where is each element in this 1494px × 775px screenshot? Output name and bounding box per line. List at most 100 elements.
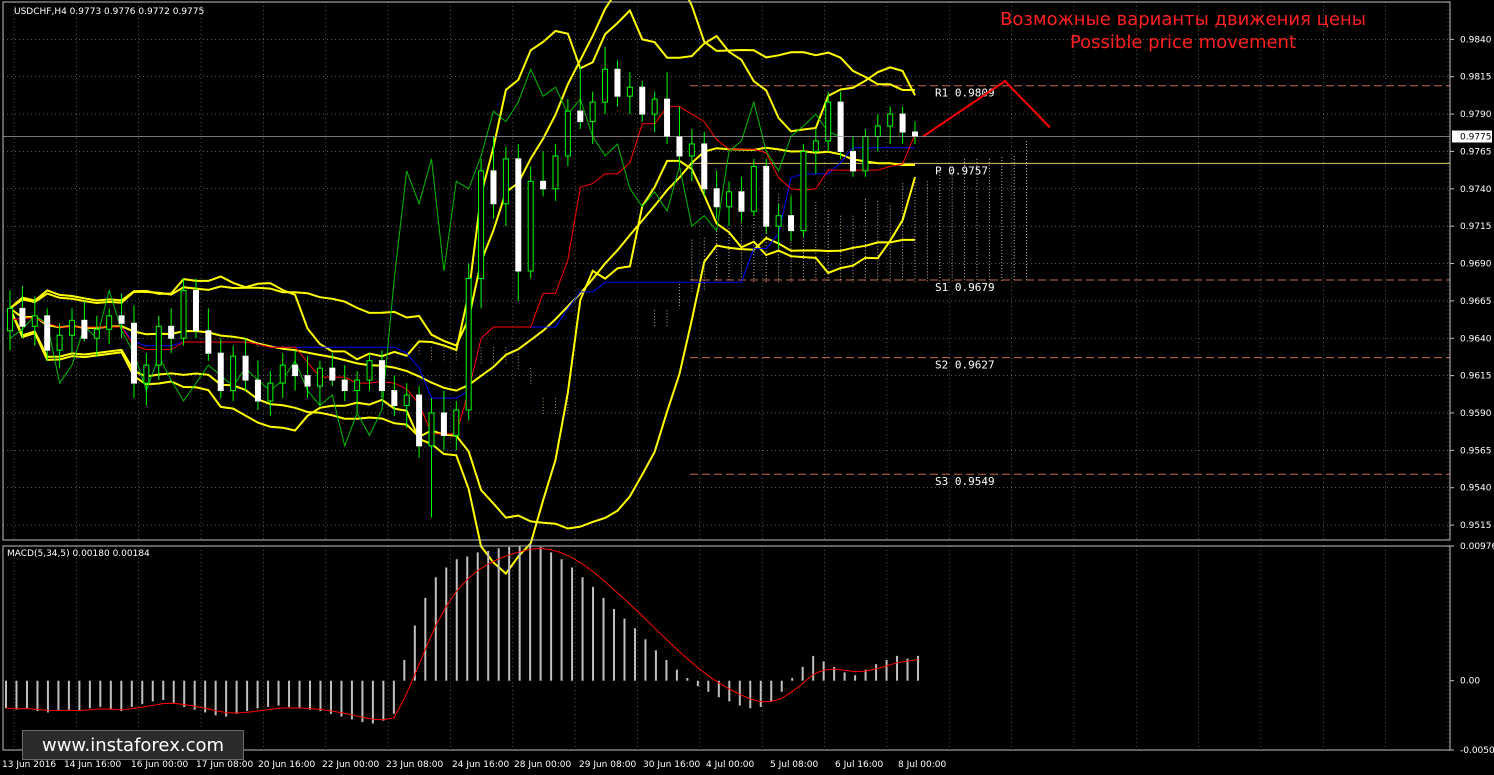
candle-body xyxy=(242,355,249,381)
candle-body xyxy=(527,180,534,272)
pivot-levels: R1 0.9809P 0.9757S1 0.9679S2 0.9627S3 0.… xyxy=(690,85,1450,488)
time-axis: 13 Jun 2016 14 Jun 16:00 16 Jun 00:00 17 Ju… xyxy=(2,760,947,770)
candle-body xyxy=(701,143,708,190)
candle-body xyxy=(577,110,584,123)
price-tick-label: 0.9665 xyxy=(1460,297,1492,307)
price-axis: 0.9840 0.9815 0.9790 0.9765 0.9740 0.9715 0.96… xyxy=(3,35,1494,756)
candle-body xyxy=(490,170,497,205)
time-label: 17 Jun 08:00 xyxy=(196,760,253,770)
chikou-line xyxy=(9,68,841,448)
price-tick-label: 0.9565 xyxy=(1460,446,1492,456)
candle-body xyxy=(292,364,299,377)
candle-body xyxy=(589,101,596,123)
candle-body xyxy=(416,394,423,447)
candle-body xyxy=(316,367,323,387)
candle-body xyxy=(788,215,795,232)
macd-tick-label: -0.00502 xyxy=(1460,746,1494,756)
time-label: 24 Jun 16:00 xyxy=(452,760,509,770)
macd-tick-label: 0.00976 xyxy=(1460,542,1494,552)
pivot-label-p: P 0.9757 xyxy=(935,164,988,177)
candle-body xyxy=(453,409,460,436)
candle-body xyxy=(279,364,286,384)
candle-body xyxy=(465,277,472,411)
candle-body xyxy=(155,325,162,366)
macd-panel-frame xyxy=(2,545,1451,751)
candle-body xyxy=(862,136,869,172)
candle-body xyxy=(304,375,311,387)
candle-body xyxy=(217,352,224,392)
candle-body xyxy=(664,98,671,137)
candle-body xyxy=(267,382,274,402)
instaforex-watermark[interactable]: www.instaforex.com xyxy=(22,730,244,760)
candle-body xyxy=(130,322,137,384)
annotation-en: Possible price movement xyxy=(1070,32,1296,53)
time-label: 4 Jul 00:00 xyxy=(706,760,755,770)
time-label: 16 Jun 00:00 xyxy=(131,760,188,770)
candle-body xyxy=(81,319,88,339)
price-tick-label: 0.9640 xyxy=(1460,334,1492,344)
candle-body xyxy=(552,155,559,190)
time-label: 5 Jul 08:00 xyxy=(770,760,819,770)
price-tick-label: 0.9690 xyxy=(1460,260,1492,270)
time-label: 29 Jun 08:00 xyxy=(579,760,636,770)
candle-body xyxy=(440,412,447,436)
price-tick-label: 0.9615 xyxy=(1460,372,1492,382)
candle-body xyxy=(354,379,361,392)
candle-body xyxy=(31,315,38,327)
price-tick-label: 0.9740 xyxy=(1460,185,1492,195)
candle-body xyxy=(168,325,175,339)
candle-body xyxy=(403,394,410,406)
candle-body xyxy=(602,68,609,103)
candle-body xyxy=(106,315,113,330)
candle-body xyxy=(713,188,720,208)
candle-body xyxy=(912,131,918,137)
candle-body xyxy=(651,98,658,115)
candle-body xyxy=(391,390,398,406)
macd-grid xyxy=(13,546,1449,750)
candle-body xyxy=(874,125,881,137)
price-panel-frame xyxy=(2,1,1451,541)
candle-body xyxy=(688,143,695,157)
candle-body xyxy=(7,307,13,332)
candle-body xyxy=(850,150,857,172)
bollinger-upper xyxy=(9,0,915,347)
candle-body xyxy=(143,364,150,384)
candle-body xyxy=(825,101,832,142)
candle-body xyxy=(750,165,757,212)
ichimoku-cloud xyxy=(245,140,1028,416)
candle-body xyxy=(230,355,237,392)
price-tick-label: 0.9515 xyxy=(1460,521,1492,531)
candle-body xyxy=(428,412,435,447)
candle-body xyxy=(738,191,745,212)
candle-body xyxy=(205,330,212,354)
candle-body xyxy=(775,215,782,227)
candle-body xyxy=(899,113,906,133)
pivot-label-s2: S2 0.9627 xyxy=(935,359,995,372)
symbol-info: USDCHF,H4 0.9773 0.9776 0.9772 0.9775 xyxy=(14,7,204,17)
price-tick-label: 0.9790 xyxy=(1460,110,1492,120)
candle-body xyxy=(515,158,522,272)
price-tick-label: 0.9815 xyxy=(1460,73,1492,83)
candle-body xyxy=(118,315,125,324)
pivot-label-s3: S3 0.9549 xyxy=(935,475,995,488)
candle-body xyxy=(180,289,187,339)
time-label: 20 Jun 16:00 xyxy=(258,760,315,770)
current-price-label: 0.9775 xyxy=(1460,133,1492,143)
candle-body xyxy=(564,110,571,157)
price-tick-label: 0.9540 xyxy=(1460,484,1492,494)
candle-body xyxy=(341,379,348,392)
candle-body xyxy=(192,289,199,332)
candle-body xyxy=(254,379,261,402)
time-label: 22 Jun 00:00 xyxy=(322,760,379,770)
time-label: 8 Jul 00:00 xyxy=(898,760,947,770)
chart-canvas: R1 0.9809P 0.9757S1 0.9679S2 0.9627S3 0.… xyxy=(2,0,1494,770)
candle-body xyxy=(540,180,547,190)
candle-body xyxy=(93,328,100,339)
candle-body xyxy=(44,315,51,351)
annotation-ru: Возможные варианты движения цены xyxy=(1000,9,1366,30)
candle-body xyxy=(763,165,770,227)
candle-body xyxy=(726,191,733,208)
candle-body xyxy=(502,158,509,205)
candle-body xyxy=(626,86,633,97)
candle-body xyxy=(56,334,63,351)
